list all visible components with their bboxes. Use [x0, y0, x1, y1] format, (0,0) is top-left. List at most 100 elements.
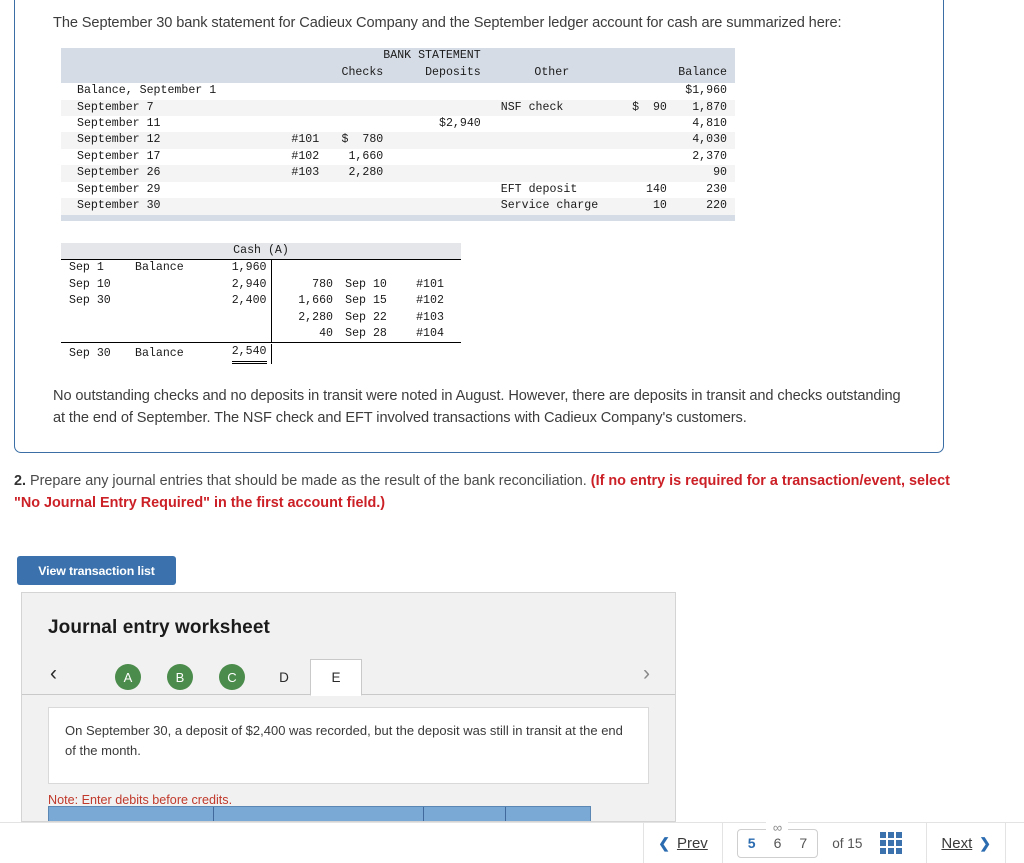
table-row: Sep 1 Balance 1,960 [61, 259, 461, 277]
tab-e[interactable]: E [310, 659, 362, 696]
problem-container: The September 30 bank statement for Cadi… [14, 0, 944, 453]
nav-divider [1005, 822, 1006, 863]
debit-amount: 2,400 [215, 293, 272, 310]
row-other-amt: $ 90 [602, 99, 667, 116]
table-row: September 17 #102 1,660 2,370 [61, 148, 735, 166]
row-other-amt: 140 [602, 181, 667, 199]
debit-amount: 2,940 [215, 276, 272, 294]
credit-amount: 780 [312, 277, 333, 291]
worksheet-tab-strip: ‹ A B C D E › [22, 659, 675, 696]
row-deposit [383, 181, 487, 199]
credit-date: Sep 22 [345, 310, 387, 324]
page-link-icon: ∞ [766, 820, 789, 835]
next-nav-group: Next ❯ [941, 823, 991, 863]
bottom-navigation-bar: ❮ Prev ∞ 5 6 7 of 15 Next ❯ [0, 820, 1024, 863]
grid-view-icon[interactable] [880, 832, 903, 854]
view-transaction-list-button[interactable]: View transaction list [17, 556, 176, 585]
tab-c[interactable]: C [206, 659, 258, 695]
row-other-label: Service charge [486, 198, 603, 215]
next-button-label: Next [941, 834, 973, 852]
problem-intro-text: The September 30 bank statement for Cadi… [53, 15, 842, 31]
row-other-amt [602, 83, 667, 100]
prev-button-label: Prev [676, 834, 708, 852]
row-check-no [261, 83, 320, 100]
table-row: Sep 30 2,400 1,660 Sep 15 #102 [61, 293, 461, 310]
tab-a[interactable]: A [102, 659, 154, 695]
row-deposit [383, 165, 487, 182]
cash-account-title-row: Cash (A) [61, 242, 461, 261]
bank-statement-table-wrap: BANK STATEMENT Checks Deposits Other Bal… [61, 48, 913, 221]
page-option-3[interactable]: 7 [799, 835, 807, 851]
bank-col-other: Other [486, 64, 603, 84]
prev-button[interactable]: ❮ Prev [658, 835, 708, 852]
credit-date [333, 260, 399, 277]
prev-tab-arrow-icon[interactable]: ‹ [50, 663, 57, 684]
journal-col-2 [214, 807, 424, 821]
next-button[interactable]: Next ❯ [941, 835, 991, 852]
chevron-right-icon: ❯ [979, 834, 991, 851]
worksheet-description: On September 30, a deposit of $2,400 was… [48, 707, 649, 784]
row-deposit [383, 99, 487, 116]
credit-date: Sep 28 [345, 326, 387, 340]
tab-b[interactable]: B [154, 659, 206, 695]
ending-date: Sep 30 [69, 346, 111, 360]
row-other-label [486, 165, 603, 182]
debit-amount: 1,960 [215, 259, 272, 277]
row-check-no: #103 [261, 165, 320, 182]
exam-page: The September 30 bank statement for Cadi… [0, 0, 1024, 863]
row-check-no [261, 181, 320, 199]
credit-amount: 1,660 [298, 294, 333, 308]
credit-ref: #102 [416, 294, 444, 308]
question-text: Prepare any journal entries that should … [30, 473, 587, 489]
worksheet-tab-list: A B C D E [102, 659, 362, 696]
table-row: September 7 NSF check $ 90 1,870 [61, 99, 735, 116]
tab-d-label: D [279, 669, 289, 685]
row-check-amt [319, 181, 384, 199]
bank-col-deposits: Deposits [383, 64, 487, 84]
row-deposit [383, 148, 487, 166]
credit-date: Sep 10 [345, 277, 387, 291]
table-row: September 12 #101 $ 780 4,030 [61, 132, 735, 149]
page-option-1[interactable]: 5 [748, 835, 756, 851]
debit-date [61, 310, 135, 326]
row-other-amt [602, 115, 667, 133]
row-date: September 11 [61, 115, 262, 133]
question-number: 2. [14, 473, 27, 489]
page-option-2[interactable]: 6 [774, 835, 782, 851]
credit-amount: 2,280 [298, 310, 333, 324]
debit-date: Sep 30 [69, 294, 111, 308]
tab-c-label: C [219, 664, 245, 690]
row-other-label [486, 115, 603, 133]
bank-statement-header-row: Checks Deposits Other Balance [61, 64, 735, 84]
row-deposit: $2,940 [383, 115, 487, 133]
row-check-no: #102 [261, 148, 320, 166]
row-check-amt [319, 198, 384, 215]
page-selector[interactable]: ∞ 5 6 7 [736, 820, 819, 858]
bank-col-checks: Checks [319, 64, 384, 84]
row-other-label [486, 83, 603, 100]
bank-col-balance: Balance [666, 64, 735, 84]
row-date: September 26 [61, 165, 262, 182]
row-date: September 12 [61, 132, 262, 149]
prev-nav-group: ❮ Prev [658, 823, 708, 863]
next-tab-arrow-icon[interactable]: › [643, 663, 650, 684]
table-row: Sep 10 2,940 780 Sep 10 #101 [61, 276, 461, 294]
row-other-label [486, 132, 603, 149]
row-other-amt: 10 [602, 198, 667, 215]
row-date: September 29 [61, 181, 262, 199]
row-check-amt [319, 83, 384, 100]
credit-amount: 40 [319, 326, 333, 340]
table-row: September 26 #103 2,280 90 [61, 165, 735, 182]
row-balance: 4,810 [666, 115, 735, 133]
tab-d[interactable]: D [258, 659, 310, 695]
bank-statement-footer-bar [61, 214, 735, 221]
row-date: September 30 [61, 198, 262, 215]
credit-ref [399, 260, 461, 277]
ending-amount: 2,540 [231, 344, 267, 365]
cash-ending-balance-row: Sep 30 Balance 2,540 [61, 343, 461, 365]
question-2: 2. Prepare any journal entries that shou… [14, 471, 954, 514]
row-deposit [383, 198, 487, 215]
worksheet-note: Note: Enter debits before credits. [48, 793, 233, 807]
row-other-label: EFT deposit [486, 181, 603, 199]
row-other-label: NSF check [486, 99, 603, 116]
